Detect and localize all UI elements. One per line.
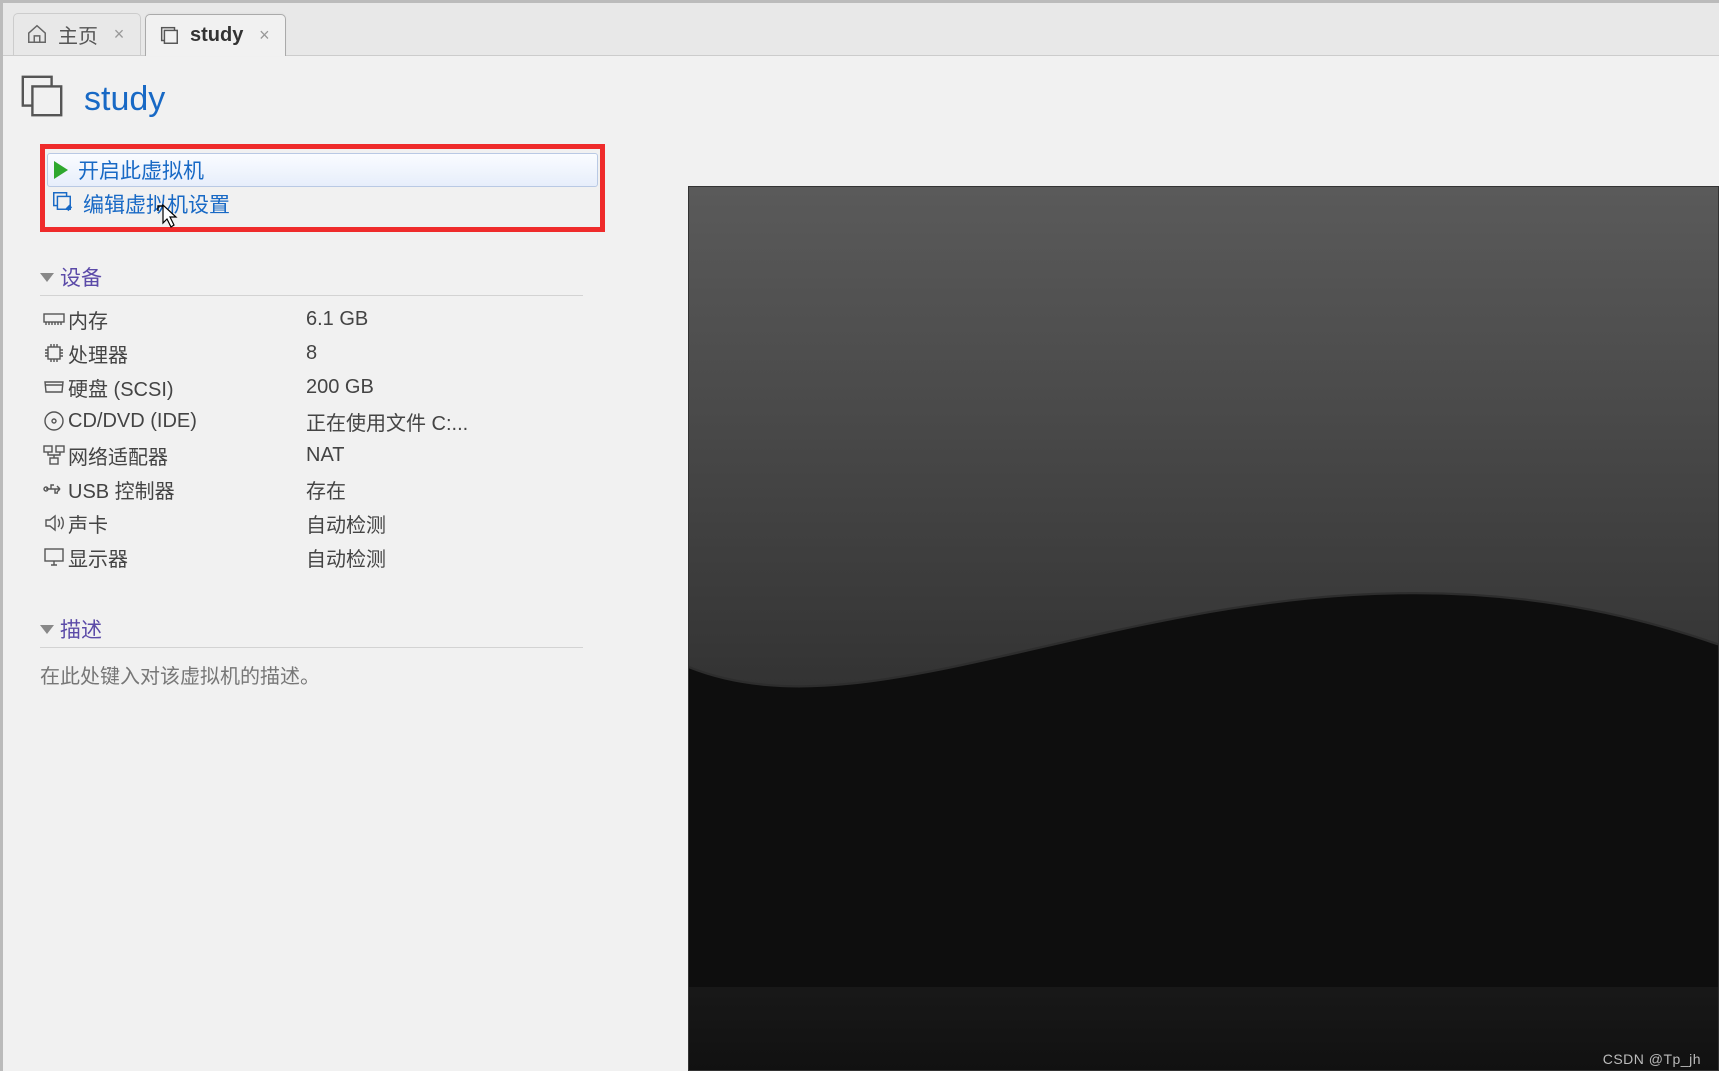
edit-vm-label: 编辑虚拟机设置 [83, 189, 230, 219]
chevron-down-icon [40, 273, 54, 282]
device-value: 自动检测 [306, 509, 583, 538]
devices-table: 内存 6.1 GB 处理器 8 硬盘 (SCSI) 200 GB CD/DVD … [40, 302, 583, 574]
device-name: CD/DVD (IDE) [68, 410, 306, 433]
device-row-memory[interactable]: 内存 6.1 GB [40, 302, 583, 336]
tab-study-label: study [190, 24, 243, 47]
device-row-sound[interactable]: 声卡 自动检测 [40, 506, 583, 540]
device-name: 网络适配器 [68, 441, 306, 470]
devices-section-title: 设备 [60, 262, 102, 292]
device-name: 内存 [68, 305, 306, 334]
tab-home[interactable]: 主页 × [13, 13, 141, 55]
disk-icon [40, 378, 68, 396]
description-placeholder[interactable]: 在此处键入对该虚拟机的描述。 [40, 654, 583, 689]
right-panel: CSDN @Tp_jh [628, 56, 1719, 1071]
watermark: CSDN @Tp_jh [1603, 1051, 1701, 1067]
vm-preview-swoosh [689, 187, 1718, 987]
chevron-down-icon [40, 625, 54, 634]
device-value: NAT [306, 444, 583, 467]
network-icon [40, 445, 68, 465]
device-value: 6.1 GB [306, 308, 583, 331]
usb-icon [40, 480, 68, 498]
description-section-header[interactable]: 描述 [40, 614, 583, 648]
device-row-display[interactable]: 显示器 自动检测 [40, 540, 583, 574]
workspace: study 开启此虚拟机 编辑虚拟机设置 [3, 56, 1719, 1071]
home-icon [26, 23, 50, 47]
device-row-cpu[interactable]: 处理器 8 [40, 336, 583, 370]
device-name: 处理器 [68, 339, 306, 368]
start-vm-button[interactable]: 开启此虚拟机 [47, 153, 598, 187]
memory-icon [40, 311, 68, 327]
device-row-disk[interactable]: 硬盘 (SCSI) 200 GB [40, 370, 583, 404]
edit-vm-settings-button[interactable]: 编辑虚拟机设置 [47, 187, 598, 221]
left-panel: study 开启此虚拟机 编辑虚拟机设置 [3, 56, 628, 1071]
device-name: 显示器 [68, 543, 306, 572]
vm-title: study [84, 80, 165, 119]
device-value: 自动检测 [306, 543, 583, 572]
device-value: 存在 [306, 475, 583, 504]
device-name: 硬盘 (SCSI) [68, 373, 306, 402]
device-row-cddvd[interactable]: CD/DVD (IDE) 正在使用文件 C:... [40, 404, 583, 438]
close-icon[interactable]: × [110, 24, 128, 45]
devices-section: 设备 内存 6.1 GB 处理器 8 硬盘 (SCSI) 200 GB [18, 262, 583, 574]
description-section: 描述 在此处键入对该虚拟机的描述。 [18, 614, 583, 689]
device-name: 声卡 [68, 509, 306, 538]
actions-highlight-box: 开启此虚拟机 编辑虚拟机设置 [40, 144, 605, 232]
vm-icon-large [18, 72, 66, 126]
sound-icon [40, 513, 68, 533]
device-value: 正在使用文件 C:... [306, 407, 583, 436]
device-row-usb[interactable]: USB 控制器 存在 [40, 472, 583, 506]
device-row-network[interactable]: 网络适配器 NAT [40, 438, 583, 472]
vm-icon [158, 24, 182, 48]
vm-header: study [18, 66, 628, 144]
cddvd-icon [40, 410, 68, 432]
device-value: 8 [306, 342, 583, 365]
tab-home-label: 主页 [58, 20, 98, 49]
play-icon [54, 161, 68, 179]
vm-preview-screen[interactable] [688, 186, 1719, 1071]
start-vm-label: 开启此虚拟机 [78, 155, 204, 185]
edit-icon [51, 190, 73, 218]
device-name: USB 控制器 [68, 475, 306, 504]
cpu-icon [40, 342, 68, 364]
tab-bar: 主页 × study × [3, 3, 1719, 56]
devices-section-header[interactable]: 设备 [40, 262, 583, 296]
description-section-title: 描述 [60, 614, 102, 644]
display-icon [40, 547, 68, 567]
close-icon[interactable]: × [255, 25, 273, 46]
tab-study[interactable]: study × [145, 14, 286, 56]
device-value: 200 GB [306, 376, 583, 399]
